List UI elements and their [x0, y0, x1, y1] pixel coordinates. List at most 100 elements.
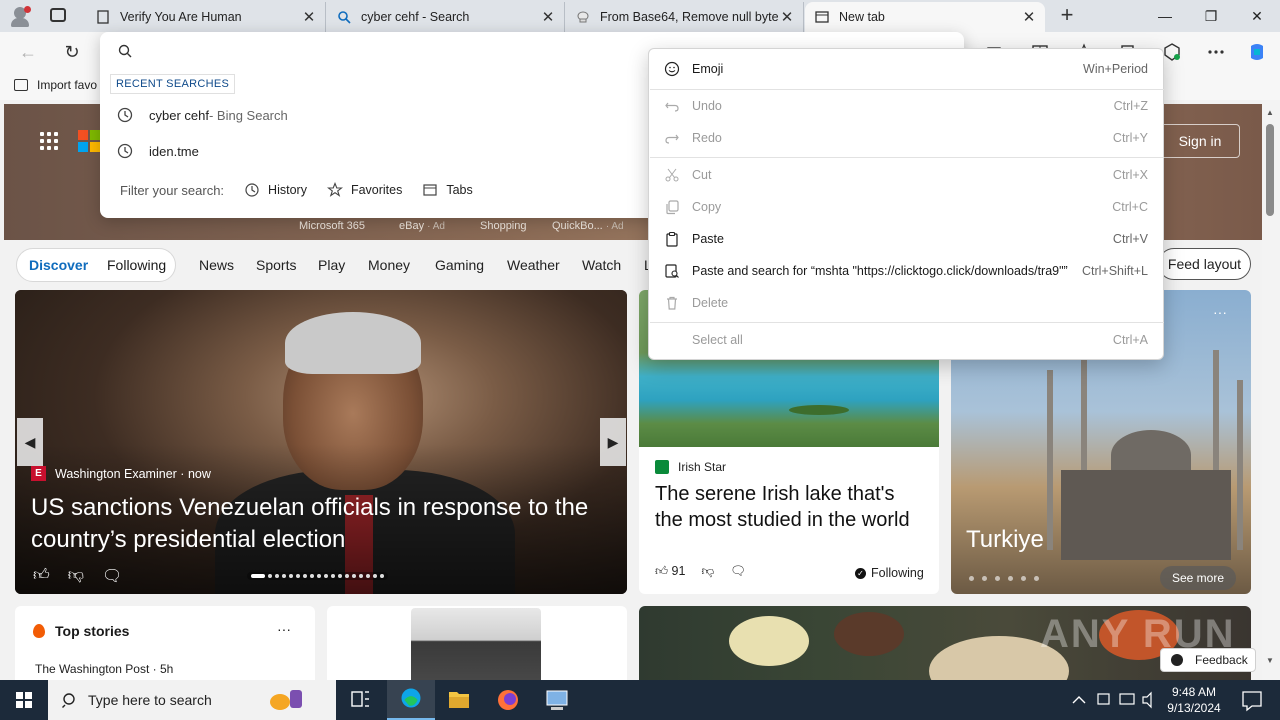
- search-icon: [62, 693, 75, 708]
- menu-item-paste[interactable]: Paste Ctrl+V: [650, 224, 1164, 254]
- carousel-indicator: [247, 572, 388, 580]
- see-more-button[interactable]: See more: [1160, 566, 1236, 590]
- quicklink-microsoft365[interactable]: Microsoft 365: [299, 220, 365, 232]
- nav-gaming[interactable]: Gaming: [435, 257, 484, 273]
- scrollbar-thumb[interactable]: [1266, 124, 1274, 216]
- dislike-icon[interactable]: 👎︎: [68, 566, 84, 586]
- nav-watch[interactable]: Watch: [582, 257, 621, 273]
- close-tab-icon[interactable]: ✕: [540, 8, 556, 26]
- printer-ad-card[interactable]: [327, 606, 627, 680]
- star-icon: [326, 182, 343, 197]
- following-status[interactable]: ✓ Following: [855, 566, 924, 580]
- title-bar: Verify You Are Human ✕ cyber cehf - Sear…: [0, 0, 1280, 32]
- microsoft-logo-icon: [78, 130, 100, 152]
- carousel-next-button[interactable]: ▶: [600, 418, 626, 466]
- filter-tabs-button[interactable]: Tabs: [422, 182, 473, 198]
- volume-icon[interactable]: [1138, 680, 1162, 720]
- refresh-button[interactable]: ↻: [60, 40, 84, 64]
- tab-discover[interactable]: Discover: [29, 257, 88, 273]
- network-icon[interactable]: [1092, 680, 1116, 720]
- filter-favorites-button[interactable]: Favorites: [326, 182, 402, 198]
- remote-desktop-icon[interactable]: [533, 680, 581, 720]
- nav-weather[interactable]: Weather: [507, 257, 560, 273]
- feedback-button[interactable]: Feedback: [1160, 648, 1256, 672]
- tab-label: New tab: [839, 10, 885, 24]
- tab-label: cyber cehf - Search: [361, 10, 470, 24]
- menu-item-paste-and-search[interactable]: Paste and search for “mshta "https://cli…: [650, 256, 1164, 286]
- news-headline[interactable]: The serene Irish lake that's the most st…: [655, 481, 925, 533]
- edge-browser-icon[interactable]: [387, 680, 435, 720]
- nav-money[interactable]: Money: [368, 257, 410, 273]
- system-clock[interactable]: 9:48 AM 9/13/2024: [1166, 684, 1222, 716]
- tab-newtab[interactable]: New tab ✕: [805, 2, 1045, 32]
- back-button[interactable]: ←: [16, 40, 40, 64]
- filter-history-button[interactable]: History: [244, 182, 307, 198]
- file-explorer-icon[interactable]: [435, 680, 483, 720]
- tab-cyberchef[interactable]: From Base64, Remove null bytes ✕: [566, 2, 804, 32]
- top-story-source[interactable]: The Washington Post · 5h: [35, 662, 173, 676]
- address-bar-input[interactable]: [116, 42, 646, 62]
- page-scrollbar[interactable]: ▲ ▼: [1262, 100, 1280, 680]
- comment-icon[interactable]: 🗨︎: [102, 566, 122, 586]
- dislike-icon[interactable]: 👎︎: [701, 564, 714, 579]
- recent-search-item[interactable]: cyber cehf - Bing Search: [116, 102, 288, 128]
- close-tab-icon[interactable]: ✕: [301, 8, 317, 26]
- browser-essentials-icon[interactable]: [1162, 42, 1182, 62]
- windows-start-icon[interactable]: [0, 680, 48, 720]
- nav-play[interactable]: Play: [318, 257, 345, 273]
- copilot-icon[interactable]: [1247, 42, 1267, 62]
- irish-star-logo-icon: [655, 460, 669, 474]
- close-tab-icon[interactable]: ✕: [779, 8, 795, 26]
- menu-item-cut[interactable]: Cut Ctrl+X: [650, 160, 1164, 190]
- reaction-row: 👍︎ 👎︎ 🗨︎: [33, 566, 122, 586]
- sign-in-button[interactable]: Sign in: [1160, 124, 1240, 158]
- menu-item-select-all[interactable]: Select all Ctrl+A: [650, 325, 1164, 355]
- minimize-button[interactable]: —: [1142, 0, 1188, 32]
- wifi-icon[interactable]: [1114, 680, 1140, 720]
- context-menu: Emoji Win+Period Undo Ctrl+Z Redo Ctrl+Y…: [648, 48, 1164, 360]
- notifications-icon[interactable]: [1232, 680, 1272, 720]
- menu-item-delete[interactable]: Delete: [650, 288, 1164, 318]
- menu-item-redo[interactable]: Redo Ctrl+Y: [650, 123, 1164, 153]
- import-icon: [14, 79, 28, 91]
- menu-item-undo[interactable]: Undo Ctrl+Z: [650, 91, 1164, 121]
- tab-following[interactable]: Following: [107, 257, 166, 273]
- restore-button[interactable]: ❐: [1188, 0, 1234, 32]
- task-view-icon[interactable]: [336, 680, 384, 720]
- profile-icon[interactable]: [8, 4, 34, 28]
- news-headline[interactable]: US sanctions Venezuelan officials in res…: [31, 492, 611, 556]
- search-highlight-icon[interactable]: [260, 680, 308, 720]
- comment-icon[interactable]: 🗨︎: [730, 564, 746, 579]
- quicklink-ebay[interactable]: eBay · Ad: [399, 220, 445, 232]
- more-options-icon[interactable]: [1206, 42, 1226, 62]
- delete-icon: [667, 296, 677, 310]
- search-icon: [337, 10, 351, 24]
- nav-sports[interactable]: Sports: [256, 257, 296, 273]
- feed-layout-button[interactable]: Feed layout: [1158, 248, 1251, 280]
- quicklink-shopping[interactable]: Shopping: [480, 220, 527, 232]
- app-launcher-icon[interactable]: [40, 132, 58, 150]
- firefox-icon[interactable]: [484, 680, 532, 720]
- tab-actions-icon[interactable]: [50, 8, 66, 22]
- close-window-button[interactable]: ✕: [1234, 0, 1280, 32]
- recent-search-item[interactable]: iden.tme: [116, 138, 199, 164]
- menu-separator: [650, 322, 1164, 323]
- quicklink-quickbooks[interactable]: QuickBo... · Ad: [552, 220, 624, 232]
- show-hidden-icons-icon[interactable]: [1064, 680, 1094, 720]
- carousel-prev-button[interactable]: ◀: [17, 418, 43, 466]
- close-tab-icon[interactable]: ✕: [1021, 8, 1037, 26]
- new-tab-button[interactable]: +: [1056, 4, 1078, 27]
- menu-item-emoji[interactable]: Emoji Win+Period: [650, 54, 1164, 84]
- more-options-icon[interactable]: ···: [1213, 304, 1227, 320]
- tab-search[interactable]: cyber cehf - Search ✕: [327, 2, 565, 32]
- more-options-icon[interactable]: ···: [277, 621, 291, 637]
- main-news-card[interactable]: ◀ ▶ E Washington Examiner · now US sanct…: [15, 290, 627, 594]
- tab-verify[interactable]: Verify You Are Human ✕: [86, 2, 326, 32]
- feed-mode-toggle: Discover Following: [16, 248, 176, 282]
- import-favorites-link[interactable]: Import favo: [14, 78, 97, 92]
- like-icon[interactable]: 👍︎ 91: [655, 564, 685, 579]
- emoji-icon: [664, 61, 680, 77]
- menu-item-copy[interactable]: Copy Ctrl+C: [650, 192, 1164, 222]
- like-icon[interactable]: 👍︎: [33, 566, 50, 586]
- nav-news[interactable]: News: [199, 257, 234, 273]
